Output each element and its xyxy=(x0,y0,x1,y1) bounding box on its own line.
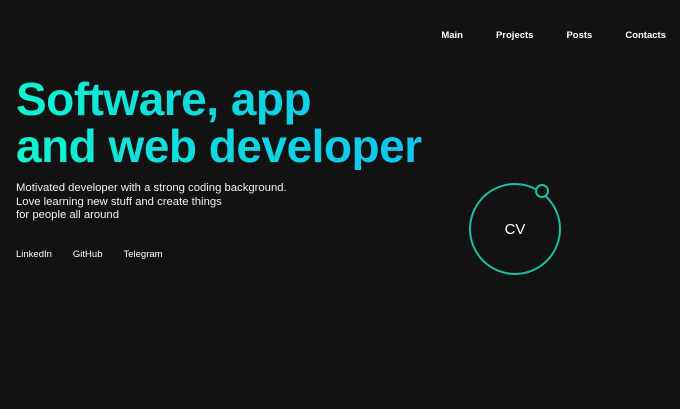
description-line: Motivated developer with a strong coding… xyxy=(16,182,287,194)
top-nav: Main Projects Posts Contacts xyxy=(408,30,666,41)
github-link[interactable]: GitHub xyxy=(73,249,103,260)
hero-line-1: Software, app xyxy=(16,73,312,125)
hero-title: Software, app and web developer xyxy=(16,76,422,170)
nav-contacts[interactable]: Contacts xyxy=(625,30,666,41)
nav-posts[interactable]: Posts xyxy=(566,30,592,41)
cv-button[interactable]: CV xyxy=(469,183,561,275)
nav-projects[interactable]: Projects xyxy=(496,30,534,41)
cv-label: CV xyxy=(504,220,526,238)
orbit-dot-icon xyxy=(535,184,549,198)
hero-line-2: and web developer xyxy=(16,120,422,172)
linkedin-link[interactable]: LinkedIn xyxy=(16,249,52,260)
nav-main[interactable]: Main xyxy=(441,30,463,41)
social-links: LinkedIn GitHub Telegram xyxy=(16,249,184,260)
description-line: for people all around xyxy=(16,209,120,221)
description-line: Love learning new stuff and create thing… xyxy=(16,195,222,208)
hero-description: Motivated developer with a strong coding… xyxy=(16,182,287,223)
telegram-link[interactable]: Telegram xyxy=(124,249,163,260)
